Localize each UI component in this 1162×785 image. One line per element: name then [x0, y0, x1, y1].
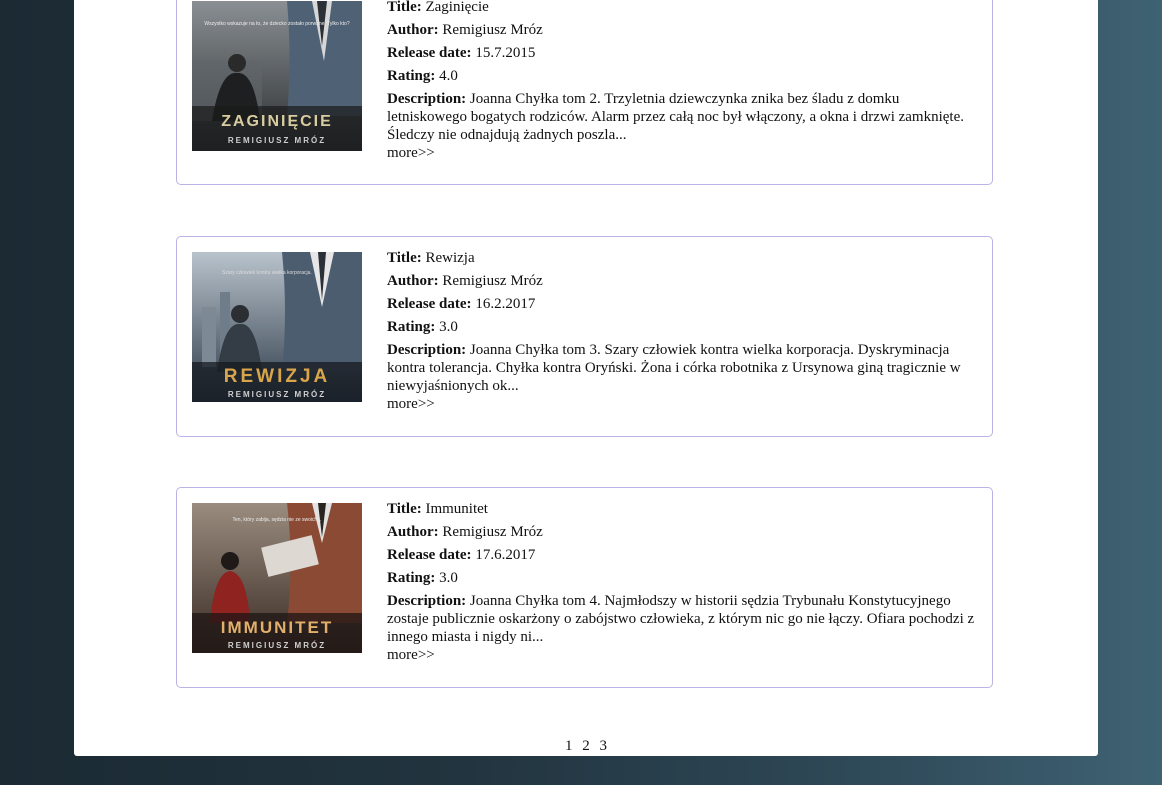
book-card: Ten, który zabija, sędzia nie ze swoich.… — [176, 487, 993, 688]
book-title: Rewizja — [425, 250, 475, 266]
cover-title: ZAGINIĘCIE — [221, 113, 333, 130]
title-row: Title: Immunitet — [387, 500, 977, 518]
rating-row: Rating: 3.0 — [387, 569, 977, 587]
book-cover[interactable]: Wszystko wskazuje na to, że dziecko zost… — [192, 1, 362, 151]
cover-tagline: Ten, który zabija, sędzia nie ze swoich.… — [233, 517, 322, 523]
rating-row: Rating: 3.0 — [387, 318, 977, 336]
rating-label: Rating: — [387, 570, 436, 586]
book-author: Remigiusz Mróz — [442, 22, 543, 38]
title-row: Title: Zaginięcie — [387, 0, 977, 16]
title-label: Title: — [387, 0, 422, 15]
more-link[interactable]: more>> — [387, 395, 977, 413]
release-row: Release date: 17.6.2017 — [387, 546, 977, 564]
book-release-date: 17.6.2017 — [475, 547, 536, 563]
book-description: Joanna Chyłka tom 2. Trzyletnia dziewczy… — [387, 91, 965, 143]
book-author: Remigiusz Mróz — [442, 524, 543, 540]
release-label: Release date: — [387, 547, 472, 563]
book-release-date: 15.7.2015 — [475, 45, 536, 61]
title-label: Title: — [387, 250, 422, 266]
more-link[interactable]: more>> — [387, 144, 977, 162]
release-label: Release date: — [387, 296, 472, 312]
author-label: Author: — [387, 273, 439, 289]
page-link-2[interactable]: 2 — [582, 738, 590, 754]
release-row: Release date: 15.7.2015 — [387, 44, 977, 62]
book-rating: 3.0 — [439, 570, 458, 586]
book-info: Title: Zaginięcie Author: Remigiusz Mróz… — [387, 0, 977, 162]
description-label: Description: — [387, 342, 467, 358]
description-row: Description: Joanna Chyłka tom 4. Najmło… — [387, 592, 977, 664]
cover-author: REMIGIUSZ MRÓZ — [228, 136, 326, 145]
book-description: Joanna Chyłka tom 3. Szary człowiek kont… — [387, 342, 961, 394]
book-author: Remigiusz Mróz — [442, 273, 543, 289]
more-link[interactable]: more>> — [387, 646, 977, 664]
book-title: Zaginięcie — [425, 0, 489, 15]
book-info: Title: Rewizja Author: Remigiusz Mróz Re… — [387, 249, 977, 413]
rating-label: Rating: — [387, 319, 436, 335]
book-card: Szary człowiek kontra wielka korporacja.… — [176, 236, 993, 437]
cover-author: REMIGIUSZ MRÓZ — [228, 641, 326, 650]
author-label: Author: — [387, 524, 439, 540]
book-description: Joanna Chyłka tom 4. Najmłodszy w histor… — [387, 593, 975, 645]
rating-row: Rating: 4.0 — [387, 67, 977, 85]
description-label: Description: — [387, 91, 467, 107]
description-row: Description: Joanna Chyłka tom 2. Trzyle… — [387, 90, 977, 162]
cover-title: IMMUNITET — [221, 618, 333, 637]
book-rating: 3.0 — [439, 319, 458, 335]
book-title: Immunitet — [425, 501, 488, 517]
page-link-1[interactable]: 1 — [565, 738, 573, 754]
release-row: Release date: 16.2.2017 — [387, 295, 977, 313]
description-row: Description: Joanna Chyłka tom 3. Szary … — [387, 341, 977, 413]
author-row: Author: Remigiusz Mróz — [387, 272, 977, 290]
cover-title: REWIZJA — [224, 366, 331, 387]
cover-tagline: Szary człowiek kontra wielka korporacja. — [222, 270, 312, 276]
release-label: Release date: — [387, 45, 472, 61]
cover-tagline: Wszystko wskazuje na to, że dziecko zost… — [204, 21, 349, 27]
description-label: Description: — [387, 593, 467, 609]
title-row: Title: Rewizja — [387, 249, 977, 267]
book-release-date: 16.2.2017 — [475, 296, 536, 312]
book-cover[interactable]: Szary człowiek kontra wielka korporacja.… — [192, 252, 362, 402]
author-label: Author: — [387, 22, 439, 38]
title-label: Title: — [387, 501, 422, 517]
cover-author: REMIGIUSZ MRÓZ — [228, 390, 326, 399]
book-rating: 4.0 — [439, 68, 458, 84]
pagination: 1 2 3 — [74, 738, 1098, 755]
main-content: Wszystko wskazuje na to, że dziecko zost… — [74, 0, 1098, 756]
rating-label: Rating: — [387, 68, 436, 84]
book-info: Title: Immunitet Author: Remigiusz Mróz … — [387, 500, 977, 664]
author-row: Author: Remigiusz Mróz — [387, 523, 977, 541]
book-card: Wszystko wskazuje na to, że dziecko zost… — [176, 0, 993, 185]
page-link-3[interactable]: 3 — [600, 738, 608, 754]
author-row: Author: Remigiusz Mróz — [387, 21, 977, 39]
book-cover[interactable]: Ten, który zabija, sędzia nie ze swoich.… — [192, 503, 362, 653]
